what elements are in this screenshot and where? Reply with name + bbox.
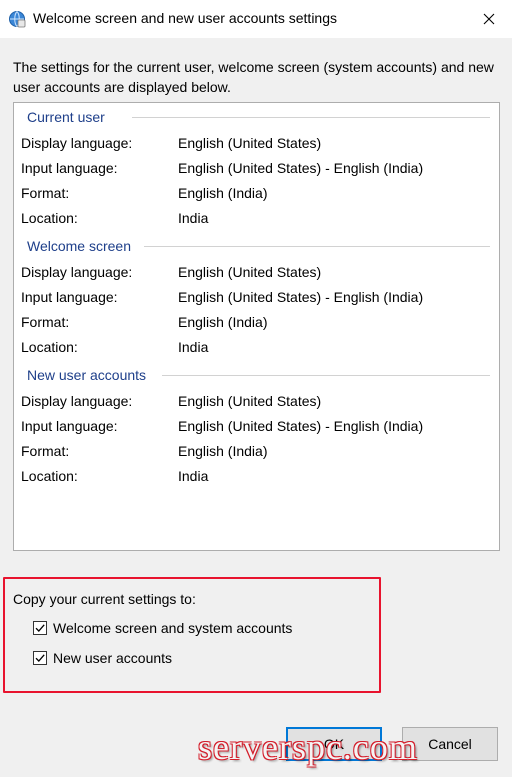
- row-label: Format:: [21, 443, 70, 459]
- section-divider: [162, 375, 490, 376]
- row-value: English (United States): [178, 393, 322, 409]
- row-value: India: [178, 468, 209, 484]
- close-button[interactable]: [466, 0, 512, 38]
- row-label: Format:: [21, 314, 70, 330]
- ok-button[interactable]: OK: [286, 727, 382, 761]
- row-value: English (India): [178, 314, 268, 330]
- row-value: English (United States) - English (India…: [178, 160, 424, 176]
- row-label: Display language:: [21, 135, 133, 151]
- row-label: Location:: [21, 339, 78, 355]
- window-title: Welcome screen and new user accounts set…: [33, 10, 338, 26]
- section-divider: [132, 117, 490, 118]
- row-value: English (United States): [178, 264, 322, 280]
- row-label: Format:: [21, 185, 70, 201]
- section-title-current-user: Current user: [27, 109, 110, 125]
- row-value: English (India): [178, 185, 268, 201]
- highlight-box: [3, 577, 381, 693]
- row-label: Input language:: [21, 160, 118, 176]
- section-title-new-user-accounts: New user accounts: [27, 367, 152, 383]
- row-value: India: [178, 339, 209, 355]
- row-label: Location:: [21, 468, 78, 484]
- row-value: English (United States) - English (India…: [178, 289, 424, 305]
- row-label: Input language:: [21, 289, 118, 305]
- title-bar: Welcome screen and new user accounts set…: [0, 0, 512, 38]
- row-label: Display language:: [21, 393, 133, 409]
- row-label: Location:: [21, 210, 78, 226]
- row-value: India: [178, 210, 209, 226]
- section-divider: [144, 246, 490, 247]
- row-value: English (India): [178, 443, 268, 459]
- row-value: English (United States) - English (India…: [178, 418, 424, 434]
- row-value: English (United States): [178, 135, 322, 151]
- row-label: Input language:: [21, 418, 118, 434]
- row-label: Display language:: [21, 264, 133, 280]
- globe-settings-icon: [8, 10, 26, 28]
- cancel-button[interactable]: Cancel: [402, 727, 498, 761]
- close-icon: [483, 13, 495, 25]
- settings-panel: Current user Display language: English (…: [13, 102, 500, 551]
- intro-text: The settings for the current user, welco…: [13, 59, 494, 95]
- section-title-welcome-screen: Welcome screen: [27, 238, 137, 254]
